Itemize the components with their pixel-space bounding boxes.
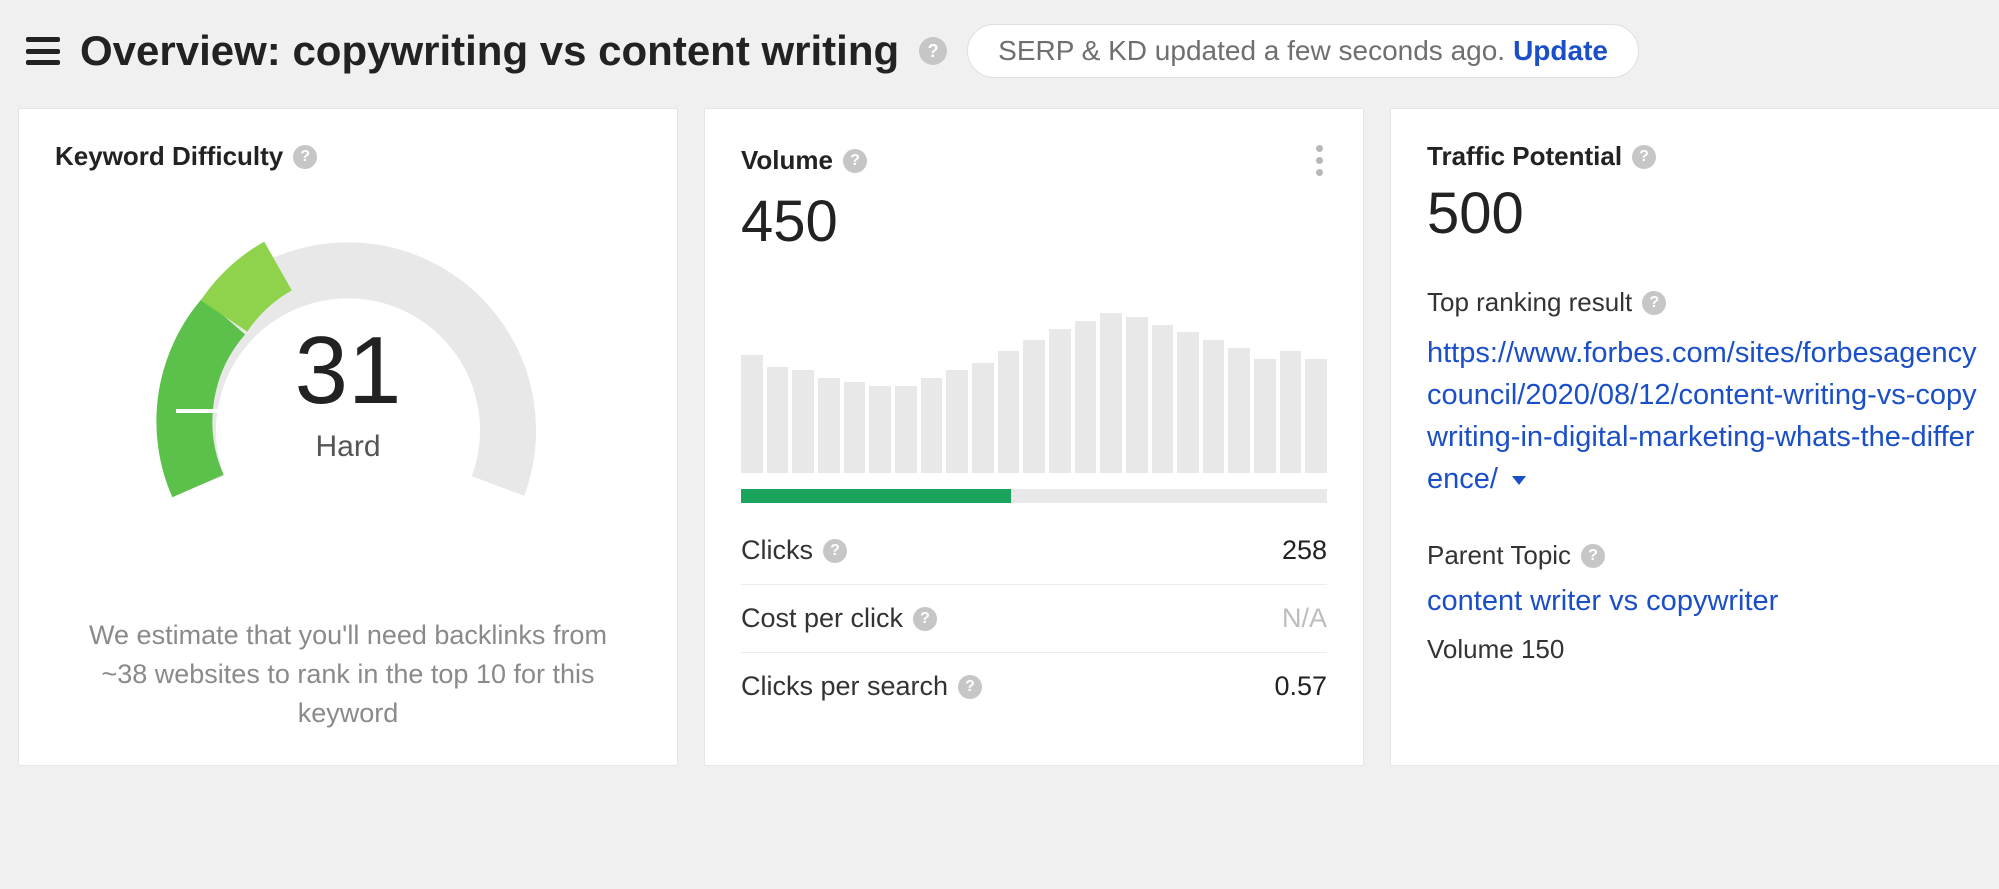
help-icon[interactable]: ? xyxy=(913,607,937,631)
parent-vol-value: 150 xyxy=(1521,634,1564,664)
volume-title: Volume xyxy=(741,145,833,176)
help-icon[interactable]: ? xyxy=(823,539,847,563)
parent-topic-label: Parent Topic xyxy=(1427,540,1571,571)
help-icon[interactable]: ? xyxy=(843,149,867,173)
help-icon[interactable]: ? xyxy=(293,145,317,169)
tp-value: 500 xyxy=(1427,180,1983,247)
clicks-progress xyxy=(741,489,1327,503)
help-icon[interactable]: ? xyxy=(919,37,947,65)
kd-gauge: 31 Hard xyxy=(138,206,558,526)
parent-topic-volume: Volume 150 xyxy=(1427,634,1983,665)
cps-value: 0.57 xyxy=(1274,671,1327,702)
tp-title: Traffic Potential xyxy=(1427,141,1622,172)
chevron-down-icon[interactable] xyxy=(1512,476,1526,485)
volume-card: Volume ? 450 Clicks? 258 Cost per click?… xyxy=(704,108,1364,766)
help-icon[interactable]: ? xyxy=(958,675,982,699)
keyword-difficulty-card: Keyword Difficulty ? 31 Hard xyxy=(18,108,678,766)
table-row: Clicks? 258 xyxy=(741,517,1327,585)
volume-value: 450 xyxy=(741,188,1327,255)
traffic-potential-card: Traffic Potential ? 500 Top ranking resu… xyxy=(1390,108,1999,766)
help-icon[interactable]: ? xyxy=(1581,544,1605,568)
table-row: Cost per click? N/A xyxy=(741,585,1327,653)
update-status-pill: SERP & KD updated a few seconds ago. Upd… xyxy=(967,24,1639,78)
more-icon[interactable] xyxy=(1312,141,1327,180)
parent-topic-link[interactable]: content writer vs copywriter xyxy=(1427,585,1983,618)
cpc-label: Cost per click xyxy=(741,603,903,634)
update-button[interactable]: Update xyxy=(1513,35,1608,67)
page-title: Overview: copywriting vs content writing xyxy=(80,27,899,75)
kd-title: Keyword Difficulty xyxy=(55,141,283,172)
clicks-label: Clicks xyxy=(741,535,813,566)
top-ranking-label: Top ranking result xyxy=(1427,287,1632,318)
top-ranking-link[interactable]: https://www.forbes.com/sites/forbesagenc… xyxy=(1427,337,1977,495)
cpc-value: N/A xyxy=(1282,603,1327,634)
top-ranking-url: https://www.forbes.com/sites/forbesagenc… xyxy=(1427,337,1977,495)
help-icon[interactable]: ? xyxy=(1632,145,1656,169)
kd-description: We estimate that you'll need backlinks f… xyxy=(55,616,641,733)
parent-vol-label: Volume xyxy=(1427,634,1514,664)
kd-value: 31 xyxy=(138,316,558,426)
table-row: Clicks per search? 0.57 xyxy=(741,653,1327,720)
menu-icon[interactable] xyxy=(26,37,60,65)
clicks-value: 258 xyxy=(1282,535,1327,566)
cps-label: Clicks per search xyxy=(741,671,948,702)
help-icon[interactable]: ? xyxy=(1642,291,1666,315)
kd-label: Hard xyxy=(138,430,558,464)
update-status-text: SERP & KD updated a few seconds ago. xyxy=(998,35,1505,67)
volume-trend-chart xyxy=(741,283,1327,473)
